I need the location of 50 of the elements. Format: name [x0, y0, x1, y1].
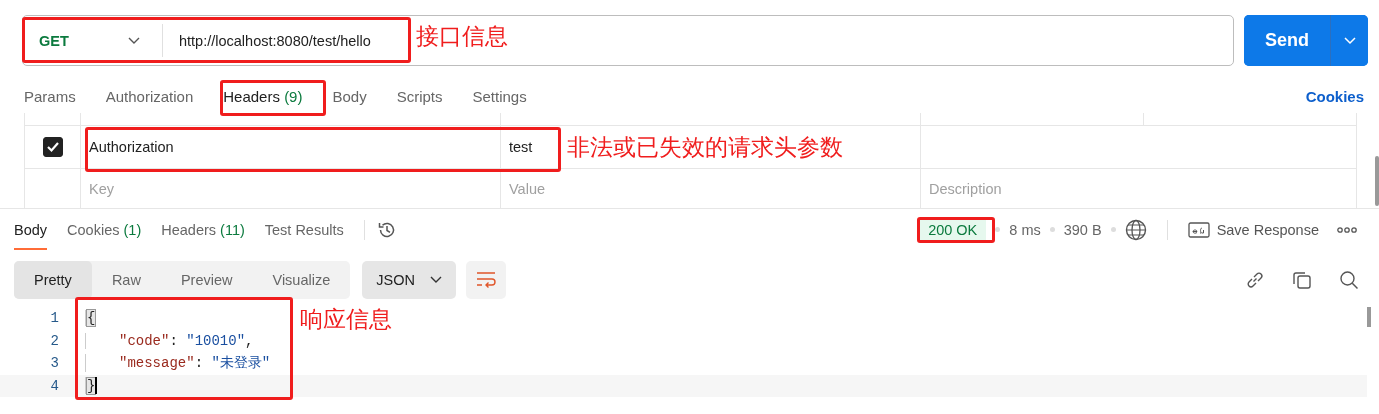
response-size: 390 B: [1063, 221, 1102, 238]
request-tab[interactable]: Params: [24, 87, 76, 105]
response-tab[interactable]: Headers (11): [161, 209, 245, 250]
checkmark-icon: [45, 141, 60, 153]
table-cell: test: [509, 139, 533, 155]
annotation-label: 接口信息: [416, 23, 508, 51]
method-dropdown[interactable]: GET: [23, 24, 163, 57]
request-tab[interactable]: Authorization: [105, 87, 194, 105]
code-line: }: [85, 377, 98, 395]
scrollbar[interactable]: [1375, 156, 1379, 206]
globe-icon[interactable]: [1124, 218, 1147, 241]
code-line: "message": "未登录": [85, 354, 271, 373]
chevron-down-icon: [128, 36, 140, 45]
code-line: "code": "10010",: [85, 332, 254, 349]
request-tab[interactable]: Settings: [472, 87, 527, 105]
chevron-down-icon: [1343, 36, 1356, 45]
line-number: 3: [49, 355, 59, 372]
code-line: {: [85, 310, 96, 327]
checkbox[interactable]: [42, 137, 63, 157]
wrap-lines-icon: [475, 271, 498, 289]
annotation-label: 响应信息: [300, 306, 392, 334]
copy-icon[interactable]: [1292, 270, 1312, 290]
wrap-lines-button[interactable]: [466, 261, 507, 299]
value-field[interactable]: Value: [509, 180, 709, 197]
view-mode-tab[interactable]: Raw: [91, 261, 161, 299]
table-cell: Authorization: [89, 139, 174, 155]
scrollbar[interactable]: [1367, 307, 1371, 327]
response-tab[interactable]: Test Results: [264, 209, 344, 250]
response-time: 8 ms: [1009, 221, 1041, 238]
view-mode-tab[interactable]: Visualize: [252, 261, 351, 299]
more-icon[interactable]: [1337, 226, 1357, 233]
view-mode-tab[interactable]: Preview: [160, 261, 253, 299]
key-field[interactable]: Key: [89, 180, 289, 197]
cookies-link[interactable]: Cookies: [1305, 87, 1364, 105]
response-tab[interactable]: Cookies (1): [67, 209, 142, 250]
response-tab[interactable]: Body: [14, 209, 48, 250]
request-tab[interactable]: Headers (9): [223, 87, 303, 105]
request-tab[interactable]: Scripts: [396, 87, 443, 105]
view-mode-tab[interactable]: Pretty: [14, 261, 92, 299]
description-field[interactable]: Description: [929, 180, 1129, 197]
chevron-down-icon: [430, 276, 443, 284]
format-dropdown[interactable]: JSON: [362, 261, 457, 299]
line-number: 4: [49, 377, 59, 394]
link-icon[interactable]: [1245, 270, 1265, 290]
request-tab[interactable]: Body: [332, 87, 367, 105]
annotation-label: 非法或已失效的请求头参数: [567, 134, 843, 162]
line-number: 2: [49, 332, 59, 349]
search-icon[interactable]: [1339, 270, 1359, 290]
line-number: 1: [49, 310, 59, 327]
save-response-button[interactable]: Save Response: [1187, 221, 1319, 238]
